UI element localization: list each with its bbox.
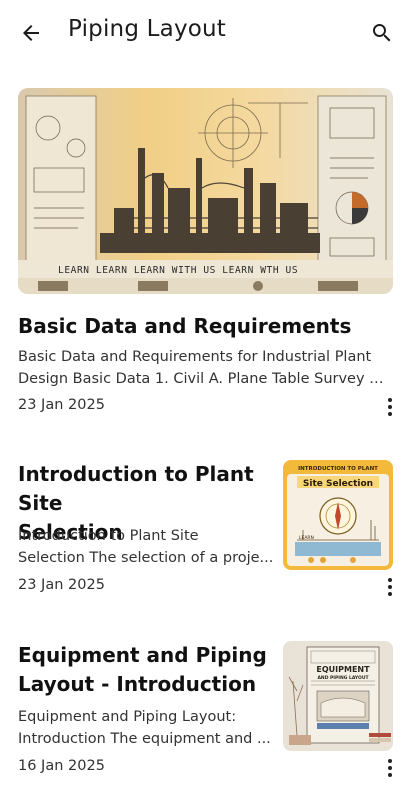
hero-image-text: LEARN LEARN LEARN WITH US LEARN WTH US: [58, 265, 298, 276]
more-options-button[interactable]: [380, 394, 400, 420]
more-vert-icon-dot: [388, 585, 392, 589]
article-excerpt: Basic Data and Requirements for Industri…: [18, 346, 393, 390]
thumb-caption-main: Site Selection: [303, 479, 373, 489]
article-excerpt-line: Introduction to Plant Site: [18, 528, 199, 544]
article-title-line: Layout - Introduction: [18, 672, 257, 696]
article-date: 23 Jan 2025: [18, 577, 105, 593]
article-excerpt-line: Design Basic Data 1. Civil A. Plane Tabl…: [18, 371, 393, 387]
article-title[interactable]: Basic Data and Requirements: [18, 312, 351, 341]
more-vert-icon-dot: [388, 398, 392, 402]
more-vert-icon-dot: [388, 405, 392, 409]
plant-illustration: LEARN LEARN LEARN WITH US LEARN WTH US: [18, 88, 393, 294]
more-vert-icon-dot: [388, 766, 392, 770]
article-excerpt: Introduction to Plant Site Selection The…: [18, 525, 276, 569]
article-title-line: Equipment and Piping: [18, 643, 267, 667]
thumb-caption-bottom: LEARN: [299, 535, 314, 541]
article-excerpt: Equipment and Piping Layout: Introductio…: [18, 706, 276, 750]
article-excerpt-line: Selection The selection of a proje...: [18, 550, 274, 566]
more-vert-icon-dot: [388, 592, 392, 596]
search-icon: [373, 24, 391, 42]
thumb-caption-sub: AND PIPING LAYOUT: [317, 675, 369, 681]
more-vert-icon-dot: [388, 773, 392, 777]
page-title: Piping Layout: [68, 16, 227, 42]
more-options-button[interactable]: [380, 755, 400, 781]
arrow-back-icon: [23, 25, 39, 41]
more-vert-icon-dot: [388, 412, 392, 416]
more-vert-icon-dot: [388, 759, 392, 763]
article-hero-image[interactable]: LEARN LEARN LEARN WITH US LEARN WTH US: [18, 88, 393, 294]
article-excerpt-line: Equipment and Piping Layout:: [18, 709, 237, 725]
article-title-line: Introduction to Plant Site: [18, 462, 254, 515]
article-excerpt-line: Introduction The equipment and ...: [18, 731, 271, 747]
more-vert-icon-dot: [388, 578, 392, 582]
article-date: 23 Jan 2025: [18, 397, 105, 413]
app-bar: Piping Layout: [0, 0, 411, 64]
article-date: 16 Jan 2025: [18, 758, 105, 774]
article-thumbnail[interactable]: INTRODUCTION TO PLANT Site Selection LEA…: [283, 460, 393, 570]
equipment-layout-thumbnail: EQUIPMENT AND PIPING LAYOUT: [283, 641, 393, 751]
article-title[interactable]: Equipment and Piping Layout - Introducti…: [18, 641, 280, 699]
site-selection-thumbnail: INTRODUCTION TO PLANT Site Selection LEA…: [283, 460, 393, 570]
more-options-button[interactable]: [380, 574, 400, 600]
thumb-caption-main: EQUIPMENT: [316, 665, 370, 674]
back-button[interactable]: [16, 18, 46, 48]
search-button[interactable]: [367, 18, 397, 48]
article-thumbnail[interactable]: EQUIPMENT AND PIPING LAYOUT: [283, 641, 393, 751]
article-excerpt-line: Basic Data and Requirements for Industri…: [18, 349, 372, 365]
thumb-caption-top: INTRODUCTION TO PLANT: [298, 466, 378, 472]
